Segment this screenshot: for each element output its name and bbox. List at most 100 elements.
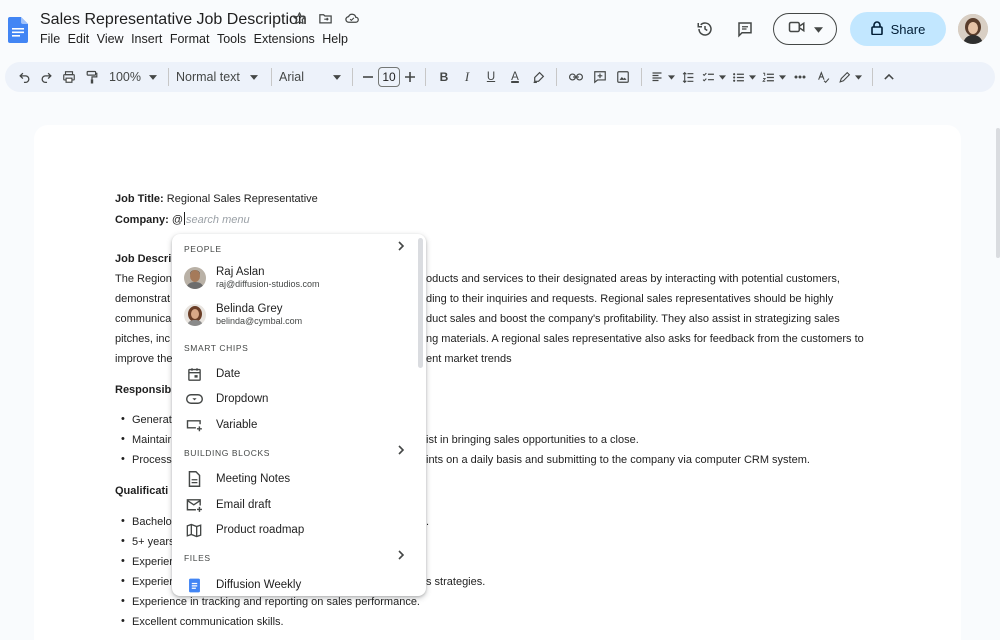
meeting-notes-icon: [184, 469, 204, 489]
bullet-dot: •: [121, 453, 125, 465]
undo-icon[interactable]: [13, 65, 35, 89]
share-button[interactable]: Share: [850, 12, 946, 46]
variable-icon: [184, 415, 204, 435]
version-history-icon[interactable]: [693, 17, 717, 41]
list-item: Process: [132, 454, 172, 466]
toolbar-divider: [641, 68, 642, 86]
docs-logo-icon[interactable]: [8, 17, 28, 43]
bullet-dot: •: [121, 535, 125, 547]
list-item: ist in bringing sales opportunities to a…: [426, 434, 639, 446]
menu-extensions[interactable]: Extensions: [254, 32, 320, 46]
document-title[interactable]: Sales Representative Job Description: [40, 11, 307, 29]
paragraph-style-select[interactable]: Normal text: [176, 65, 264, 89]
account-avatar[interactable]: [958, 14, 988, 44]
numbered-list-select[interactable]: [759, 65, 789, 89]
vertical-scrollbar[interactable]: [996, 128, 1000, 258]
menu-item-label: Date: [216, 368, 241, 380]
text-cursor: [184, 212, 186, 225]
formatting-toolbar: 100% Normal text Arial 10 B I U A: [5, 62, 995, 92]
text-color-button[interactable]: A: [503, 65, 527, 89]
bullet-dot: •: [121, 575, 125, 587]
bullet-dot: •: [121, 595, 125, 607]
collapse-menus-icon[interactable]: [880, 65, 898, 89]
menu-item-dropdown[interactable]: Dropdown: [184, 389, 416, 409]
menu-edit[interactable]: Edit: [68, 32, 94, 46]
meet-button[interactable]: [773, 13, 837, 45]
checklist-select[interactable]: [699, 65, 729, 89]
toolbar-divider: [352, 68, 353, 86]
job-title-label: Job Title:: [115, 193, 164, 205]
chevron-down-icon: [813, 20, 823, 38]
star-icon[interactable]: [292, 11, 308, 27]
paint-format-icon[interactable]: [81, 65, 103, 89]
menu-tools[interactable]: Tools: [217, 32, 251, 46]
comments-icon[interactable]: [733, 17, 757, 41]
font-size-input[interactable]: 10: [378, 67, 400, 87]
paragraph-line: ng materials. A regional sales represent…: [426, 333, 864, 345]
toolbar-divider: [556, 68, 557, 86]
zoom-select[interactable]: 100%: [103, 65, 161, 89]
person-item-raj-aslan[interactable]: Raj Aslan raj@diffusion-studios.com: [184, 266, 416, 290]
font-select[interactable]: Arial: [279, 65, 345, 89]
zoom-value: 100%: [109, 70, 141, 84]
bold-button[interactable]: B: [433, 65, 455, 89]
bullet-dot: •: [121, 433, 125, 445]
menu-item-meeting-notes[interactable]: Meeting Notes: [184, 469, 416, 489]
line-spacing-icon[interactable]: [677, 65, 699, 89]
menu-view[interactable]: View: [97, 32, 128, 46]
print-icon[interactable]: [57, 65, 81, 89]
menu-item-product-roadmap[interactable]: Product roadmap: [184, 520, 416, 540]
cloud-saved-icon[interactable]: [344, 11, 360, 27]
docs-file-icon: [184, 575, 204, 595]
menu-file[interactable]: File: [40, 32, 65, 46]
email-draft-icon: [184, 495, 204, 515]
menu-item-label: Variable: [216, 419, 258, 431]
chevron-right-icon[interactable]: [398, 444, 405, 458]
insert-link-icon[interactable]: [564, 65, 588, 89]
highlight-color-icon[interactable]: [527, 65, 549, 89]
responsibilities-heading: Responsib: [115, 384, 172, 396]
file-item-diffusion-weekly[interactable]: Diffusion Weekly: [184, 575, 416, 595]
more-options-icon[interactable]: [789, 65, 811, 89]
list-item: Generat: [132, 414, 172, 426]
menu-help[interactable]: Help: [322, 32, 352, 46]
building-blocks-section-header: BUILDING BLOCKS: [184, 448, 270, 458]
spellcheck-icon[interactable]: [811, 65, 835, 89]
menu-item-label: Product roadmap: [216, 524, 305, 536]
toolbar-divider: [425, 68, 426, 86]
bulleted-list-select[interactable]: [729, 65, 759, 89]
menu-format[interactable]: Format: [170, 32, 214, 46]
chevron-right-icon[interactable]: [398, 240, 405, 254]
italic-button[interactable]: I: [455, 65, 479, 89]
paragraph-line: duct sales and boost the company's profi…: [426, 313, 840, 325]
chevron-right-icon[interactable]: [398, 549, 405, 563]
move-to-folder-icon[interactable]: [318, 11, 334, 27]
insert-image-icon[interactable]: [612, 65, 634, 89]
redo-icon[interactable]: [35, 65, 57, 89]
paragraph-line: oducts and services to their designated …: [426, 273, 840, 285]
share-label: Share: [890, 21, 926, 37]
files-section-header: FILES: [184, 553, 211, 563]
company-line[interactable]: Company: @ search menu: [115, 212, 250, 227]
search-menu-placeholder[interactable]: search menu: [186, 214, 250, 226]
job-title-value: Regional Sales Representative: [163, 193, 318, 205]
roadmap-icon: [184, 520, 204, 540]
menu-insert[interactable]: Insert: [131, 32, 167, 46]
increase-font-size-icon[interactable]: [402, 65, 418, 89]
menu-item-email-draft[interactable]: Email draft: [184, 495, 416, 515]
decrease-font-size-icon[interactable]: [360, 65, 376, 89]
bullet-dot: •: [121, 413, 125, 425]
person-email: belinda@cymbal.com: [216, 316, 303, 326]
person-item-belinda-grey[interactable]: Belinda Grey belinda@cymbal.com: [184, 303, 416, 327]
editing-mode-select[interactable]: [835, 65, 865, 89]
add-comment-icon[interactable]: [588, 65, 612, 89]
app-header: Sales Representative Job Description Fil…: [0, 0, 1000, 60]
menu-item-label: Email draft: [216, 499, 271, 511]
underline-button[interactable]: U: [479, 65, 503, 89]
menu-item-date[interactable]: Date: [184, 364, 416, 384]
menu-item-variable[interactable]: Variable: [184, 415, 416, 435]
align-select[interactable]: [649, 65, 677, 89]
people-section-header: PEOPLE: [184, 244, 222, 254]
menu-scrollbar[interactable]: [418, 238, 423, 368]
menu-item-label: Meeting Notes: [216, 473, 291, 485]
